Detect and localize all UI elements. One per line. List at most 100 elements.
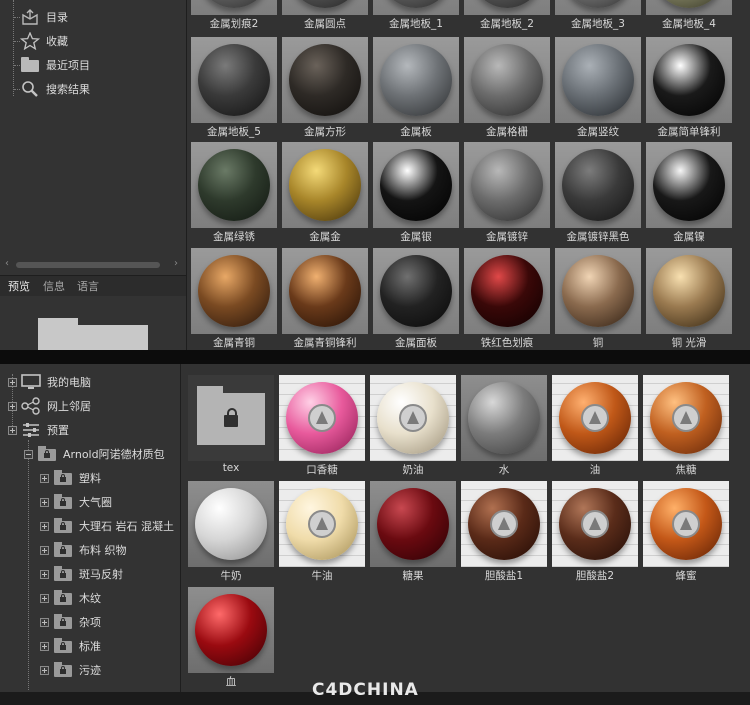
material-sphere bbox=[650, 382, 722, 454]
tree-item[interactable]: 大理石 岩石 混凝土 bbox=[40, 516, 174, 536]
material-label: 金属青铜 bbox=[213, 337, 255, 349]
locked-folder-icon bbox=[53, 517, 73, 535]
material-thumbnail[interactable]: 金属地板_2 bbox=[464, 0, 550, 30]
material-label: 金属竖纹 bbox=[577, 126, 619, 138]
material-thumbnail[interactable]: 金属银 bbox=[373, 142, 459, 243]
material-label: 金属绿锈 bbox=[213, 231, 255, 243]
tab-info[interactable]: 信息 bbox=[43, 278, 65, 294]
expand-toggle[interactable] bbox=[40, 521, 49, 531]
tab-preview[interactable]: 预览 bbox=[8, 278, 30, 294]
material-thumbnail[interactable]: 金属面板 bbox=[373, 248, 459, 349]
material-thumbnail[interactable]: 金属青铜 bbox=[191, 248, 277, 349]
material-thumbnail[interactable]: 铜 光滑 bbox=[646, 248, 732, 349]
material-thumbnail[interactable]: 血 bbox=[188, 587, 274, 688]
material-thumbnail[interactable]: 金属划痕2 bbox=[191, 0, 277, 30]
expand-toggle[interactable] bbox=[40, 497, 49, 507]
material-thumbnail[interactable]: 金属地板_3 bbox=[555, 0, 641, 30]
tree-item[interactable]: 杂项 bbox=[40, 612, 101, 632]
expand-toggle[interactable] bbox=[40, 473, 49, 483]
material-thumbnail[interactable]: 金属格栅 bbox=[464, 37, 550, 138]
material-thumbnail[interactable]: 牛奶 bbox=[188, 481, 274, 582]
material-label: 金属地板_2 bbox=[480, 18, 534, 30]
material-thumbnail[interactable]: 糖果 bbox=[370, 481, 456, 582]
star-icon bbox=[19, 31, 41, 51]
material-label: 金属镍 bbox=[673, 231, 705, 243]
expand-toggle[interactable] bbox=[40, 617, 49, 627]
material-sphere bbox=[380, 255, 452, 327]
material-thumbnail[interactable]: 水 bbox=[461, 375, 547, 476]
material-label: 金属地板_3 bbox=[571, 18, 625, 30]
material-label: 金属板 bbox=[400, 126, 432, 138]
tree-item[interactable]: 布料 织物 bbox=[40, 540, 127, 560]
material-thumbnail[interactable]: 金属金 bbox=[282, 142, 368, 243]
material-sphere bbox=[195, 488, 267, 560]
preview-folder-tab bbox=[38, 318, 78, 328]
tree-item-recent[interactable]: 最近项目 bbox=[14, 55, 90, 75]
material-thumbnail[interactable]: 金属镀锌黑色 bbox=[555, 142, 641, 243]
tree-item[interactable]: 大气圈 bbox=[40, 492, 112, 512]
material-thumbnail[interactable]: 口香糖 bbox=[279, 375, 365, 476]
tree-item[interactable]: 标准 bbox=[40, 636, 101, 656]
material-thumbnail[interactable]: 金属方形 bbox=[282, 37, 368, 138]
material-thumbnail[interactable]: 金属板 bbox=[373, 37, 459, 138]
tree-label: 目录 bbox=[46, 11, 68, 24]
material-thumbnail[interactable]: 铜 bbox=[555, 248, 641, 349]
material-thumbnail[interactable]: 奶油 bbox=[370, 375, 456, 476]
tree-horizontal-scrollbar[interactable] bbox=[16, 262, 160, 268]
expand-toggle[interactable] bbox=[8, 425, 17, 435]
material-thumbnail[interactable]: 胆酸盐2 bbox=[552, 481, 638, 582]
material-thumbnail[interactable]: 牛油 bbox=[279, 481, 365, 582]
expand-toggle[interactable] bbox=[40, 569, 49, 579]
material-thumbnail[interactable]: 金属圆点 bbox=[282, 0, 368, 30]
material-sphere bbox=[380, 0, 452, 8]
material-thumbnail[interactable]: 金属地板_4 bbox=[646, 0, 732, 30]
collapse-toggle[interactable] bbox=[24, 449, 33, 459]
expand-toggle[interactable] bbox=[8, 401, 17, 411]
tree-item[interactable]: 我的电脑 bbox=[8, 372, 91, 392]
material-thumbnail[interactable]: 金属地板_1 bbox=[373, 0, 459, 30]
material-thumbnail[interactable]: 金属镍 bbox=[646, 142, 732, 243]
material-thumbnail[interactable]: 金属绿锈 bbox=[191, 142, 277, 243]
material-thumbnail[interactable]: 胆酸盐1 bbox=[461, 481, 547, 582]
material-label: 铁红色划痕 bbox=[480, 337, 534, 349]
material-thumbnail[interactable]: 金属青铜锋利 bbox=[282, 248, 368, 349]
tree-item[interactable]: 预置 bbox=[8, 420, 69, 440]
tree-item[interactable]: 斑马反射 bbox=[40, 564, 123, 584]
tree-item-search-results[interactable]: 搜索结果 bbox=[14, 79, 90, 99]
expand-toggle[interactable] bbox=[40, 641, 49, 651]
material-preview bbox=[646, 37, 732, 123]
material-sphere bbox=[559, 488, 631, 560]
locked-folder-icon bbox=[53, 589, 73, 607]
tab-language[interactable]: 语言 bbox=[77, 278, 99, 294]
tree-label: 斑马反射 bbox=[79, 568, 123, 581]
material-thumbnail[interactable]: 金属地板_5 bbox=[191, 37, 277, 138]
tree-scroll-left[interactable]: ‹ bbox=[5, 258, 9, 269]
material-sphere bbox=[198, 44, 270, 116]
tree-item-catalog[interactable]: 目录 bbox=[14, 7, 68, 27]
material-sphere bbox=[650, 488, 722, 560]
material-label: 金属地板_4 bbox=[662, 18, 716, 30]
material-thumbnail[interactable]: 油 bbox=[552, 375, 638, 476]
material-thumbnail[interactable]: 金属竖纹 bbox=[555, 37, 641, 138]
material-thumbnail[interactable]: 焦糖 bbox=[643, 375, 729, 476]
material-preview bbox=[191, 248, 277, 334]
folder-thumbnail[interactable]: tex bbox=[188, 375, 274, 474]
material-preview bbox=[646, 0, 732, 15]
expand-toggle[interactable] bbox=[8, 377, 17, 387]
material-thumbnail[interactable]: 金属简单锋利 bbox=[646, 37, 732, 138]
expand-toggle[interactable] bbox=[40, 593, 49, 603]
tree-item[interactable]: 网上邻居 bbox=[8, 396, 91, 416]
logo-badge-icon bbox=[672, 404, 700, 432]
tree-item-favorites[interactable]: 收藏 bbox=[14, 31, 68, 51]
expand-toggle[interactable] bbox=[40, 665, 49, 675]
tree-item[interactable]: 污迹 bbox=[40, 660, 101, 680]
tree-item[interactable]: 木纹 bbox=[40, 588, 101, 608]
material-preview bbox=[552, 481, 638, 567]
tree-item[interactable]: Arnold阿诺德材质包 bbox=[24, 444, 165, 464]
tree-item[interactable]: 塑料 bbox=[40, 468, 101, 488]
expand-toggle[interactable] bbox=[40, 545, 49, 555]
material-thumbnail[interactable]: 金属镀锌 bbox=[464, 142, 550, 243]
tree-scroll-right[interactable]: › bbox=[174, 258, 178, 269]
material-thumbnail[interactable]: 蜂蜜 bbox=[643, 481, 729, 582]
material-thumbnail[interactable]: 铁红色划痕 bbox=[464, 248, 550, 349]
